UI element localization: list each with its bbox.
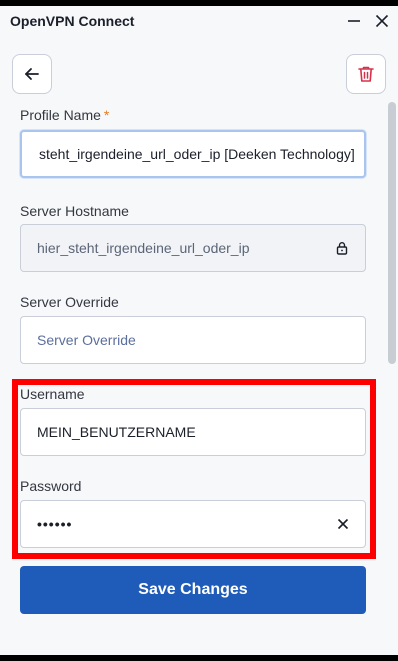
username-input[interactable]: MEIN_BENUTZERNAME	[20, 408, 366, 456]
server-override-input[interactable]: Server Override	[20, 316, 366, 364]
close-window-button[interactable]	[371, 10, 393, 32]
delete-profile-button[interactable]	[346, 54, 386, 94]
trash-icon	[358, 66, 374, 82]
server-override-placeholder: Server Override	[37, 332, 136, 348]
minimize-button[interactable]	[343, 10, 365, 32]
back-button[interactable]	[12, 54, 52, 94]
lock-icon	[335, 241, 349, 255]
server-override-label: Server Override	[20, 294, 119, 310]
openvpn-window: OpenVPN Connect Profile Name * steht_irg…	[0, 6, 398, 655]
server-hostname-label: Server Hostname	[20, 203, 129, 219]
save-changes-button[interactable]: Save Changes	[20, 566, 366, 614]
username-label: Username	[20, 386, 85, 402]
profile-name-input[interactable]: steht_irgendeine_url_oder_ip [Deeken Tec…	[20, 130, 366, 178]
profile-name-value: steht_irgendeine_url_oder_ip [Deeken Tec…	[39, 146, 355, 162]
clear-password-button[interactable]	[337, 518, 349, 530]
profile-name-label-text: Profile Name	[20, 107, 101, 123]
username-value: MEIN_BENUTZERNAME	[37, 424, 196, 440]
close-icon	[375, 14, 389, 28]
password-label: Password	[20, 478, 82, 494]
profile-name-label: Profile Name *	[20, 107, 109, 123]
required-marker: *	[103, 107, 110, 123]
minimize-icon	[348, 20, 360, 22]
arrow-left-icon	[25, 68, 39, 80]
server-hostname-value: hier_steht_irgendeine_url_oder_ip	[37, 240, 250, 256]
title-bar: OpenVPN Connect	[0, 6, 398, 36]
scrollbar-thumb[interactable]	[388, 102, 396, 364]
password-value: ••••••	[37, 516, 73, 532]
server-hostname-input: hier_steht_irgendeine_url_oder_ip	[20, 224, 366, 272]
close-icon	[337, 518, 349, 530]
password-input[interactable]: ••••••	[20, 500, 366, 548]
app-title: OpenVPN Connect	[10, 13, 135, 29]
